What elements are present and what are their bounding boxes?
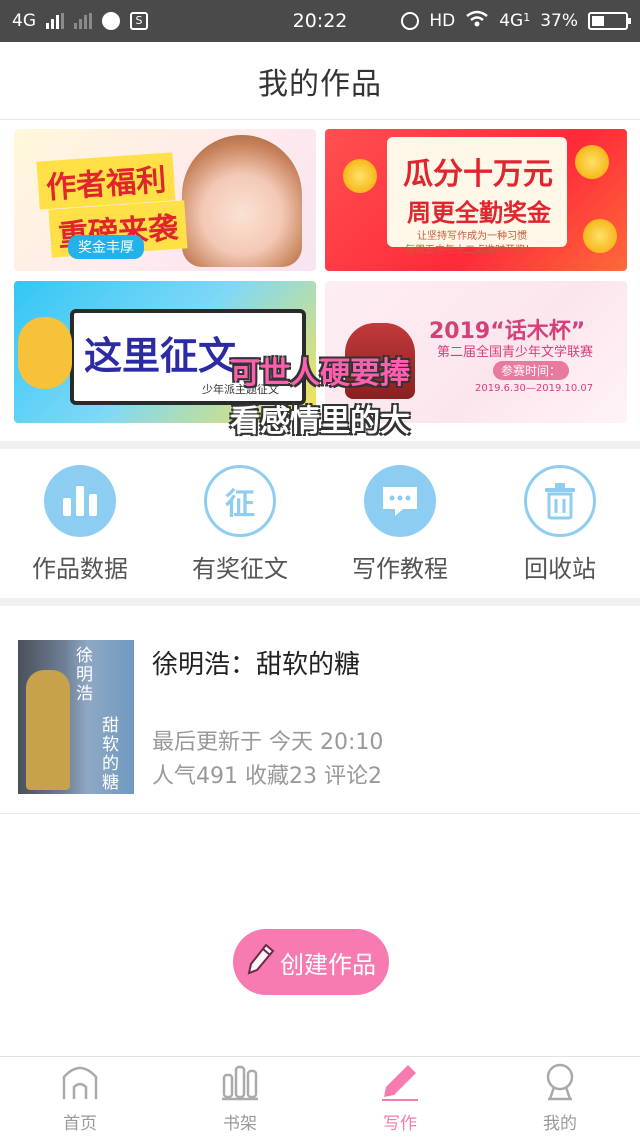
compass-icon	[102, 12, 120, 30]
nav-label: 书架	[223, 1114, 257, 1134]
cover-figure	[26, 670, 70, 790]
banner-grid: 作者福利 重磅来袭 奖金丰厚 瓜分十万元 周更全勤奖金 让坚持写作成为一种习惯 …	[0, 121, 640, 441]
banner-text: 周更全勤奖金	[407, 199, 551, 227]
home-icon	[60, 1061, 100, 1105]
nav-label: 首页	[63, 1114, 97, 1134]
profile-icon	[540, 1061, 580, 1105]
create-work-label: 创建作品	[280, 950, 376, 979]
banner-author-welfare[interactable]: 作者福利 重磅来袭 奖金丰厚	[14, 129, 316, 271]
feature-row: 作品数据 征 有奖征文 写作教程 回收站	[0, 449, 640, 599]
banner-bonus-pool[interactable]: 瓜分十万元 周更全勤奖金 让坚持写作成为一种习惯 每周五中午十二点准时开奖！	[325, 129, 627, 271]
bookshelf-icon	[220, 1061, 260, 1105]
feature-label: 有奖征文	[192, 554, 288, 583]
section-divider	[0, 598, 640, 606]
signal-icon-secondary	[74, 13, 92, 29]
coin-icon	[343, 159, 377, 193]
nav-write[interactable]: 写作	[340, 1061, 460, 1134]
s-icon: S	[130, 12, 148, 30]
feature-label: 写作教程	[352, 554, 448, 583]
app-header: 我的作品	[0, 42, 640, 120]
contest-icon: 征	[204, 464, 276, 537]
feature-contest[interactable]: 征 有奖征文	[170, 464, 310, 584]
network-right-sub: 1	[523, 11, 531, 24]
trash-icon	[524, 464, 596, 537]
network-right-label: 4G	[499, 11, 524, 31]
bottom-nav: 首页 书架 写作 我的	[0, 1056, 640, 1138]
anime-girl-image	[182, 135, 302, 267]
work-stats: 人气491 收藏23 评论2	[152, 764, 382, 789]
feature-tutorial[interactable]: 写作教程	[330, 464, 470, 584]
feature-label: 回收站	[524, 554, 596, 583]
coin-icon	[575, 145, 609, 179]
work-list-item[interactable]: 徐明浩 甜软的糖 徐明浩：甜软的糖 最后更新于 今天 20:10 人气491 收…	[0, 606, 640, 814]
bar-chart-icon	[44, 464, 116, 537]
nav-label: 我的	[543, 1114, 577, 1134]
overlay-subtitle-line2: 看感情里的大	[230, 404, 410, 439]
nav-home[interactable]: 首页	[20, 1061, 140, 1134]
work-updated: 最后更新于 今天 20:10	[152, 730, 384, 755]
feature-recycle-bin[interactable]: 回收站	[490, 464, 630, 584]
nav-mine[interactable]: 我的	[500, 1061, 620, 1134]
create-work-button[interactable]: 创建作品	[233, 929, 389, 995]
nav-bookshelf[interactable]: 书架	[180, 1061, 300, 1134]
alarm-icon	[401, 12, 420, 30]
work-cover-image: 徐明浩 甜软的糖	[18, 640, 134, 794]
pencil-icon	[246, 942, 276, 982]
pencil-icon	[380, 1061, 420, 1105]
contest-icon-glyph: 征	[225, 486, 255, 522]
status-bar: 4G S 20:22 HD 4G 1 37%	[0, 0, 640, 42]
cover-text: 徐明浩	[72, 646, 92, 703]
feature-work-data[interactable]: 作品数据	[10, 464, 150, 584]
nav-label: 写作	[383, 1114, 417, 1134]
banner-tag: 奖金丰厚	[68, 235, 144, 259]
feature-label: 作品数据	[32, 554, 128, 583]
banner-text: 让坚持写作成为一种习惯	[417, 231, 527, 242]
banner-text: 瓜分十万元	[403, 157, 553, 192]
wifi-icon	[465, 10, 489, 33]
work-title: 徐明浩：甜软的糖	[152, 650, 361, 680]
battery-icon	[588, 12, 631, 30]
banner-text: 作者福利	[36, 152, 176, 210]
page-title: 我的作品	[258, 66, 382, 102]
overlay-subtitle-line1: 可世人硬要捧	[230, 356, 410, 391]
banner-text: 每周五中午十二点准时开奖！	[405, 245, 535, 256]
network-label: 4G	[12, 11, 36, 31]
coin-icon	[583, 219, 617, 253]
section-divider	[0, 441, 640, 449]
chat-bubble-icon	[364, 464, 436, 537]
hd-label: HD	[429, 11, 456, 31]
cover-text: 甜软的糖	[98, 716, 118, 792]
battery-label: 37%	[540, 11, 578, 31]
signal-icon	[46, 13, 64, 29]
